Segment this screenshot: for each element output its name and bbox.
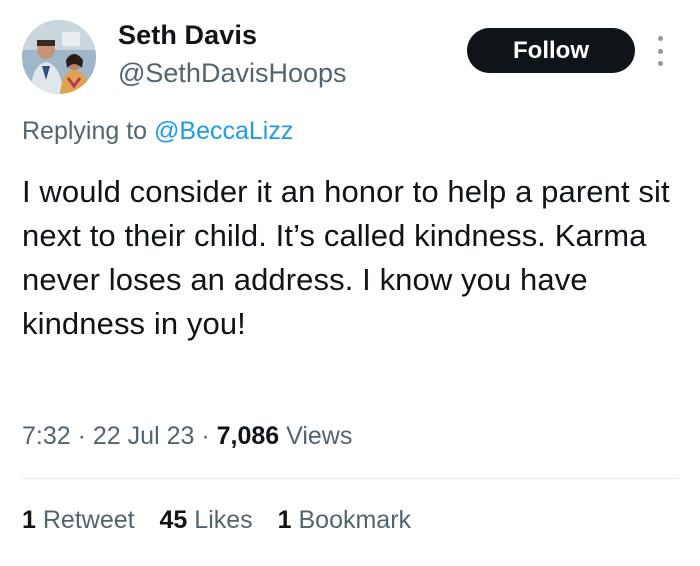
retweets-label: Retweet	[42, 506, 135, 534]
tweet-text: I would consider it an honor to help a p…	[22, 174, 670, 341]
reply-mention-link[interactable]: @BeccaLizz	[154, 117, 293, 145]
views-label: Views	[286, 422, 353, 450]
divider	[22, 478, 678, 479]
more-dot	[657, 36, 663, 41]
retweets-stat[interactable]: 1 Retweet	[22, 506, 135, 535]
tweet-date[interactable]: 22 Jul 23	[93, 422, 194, 450]
retweets-count: 1	[22, 506, 36, 534]
avatar-photo	[22, 20, 96, 94]
meta-separator: ·	[201, 422, 217, 450]
replying-to-prefix: Replying to	[22, 117, 155, 145]
likes-count: 45	[159, 506, 188, 534]
avatar[interactable]	[22, 20, 96, 94]
more-dot	[657, 61, 663, 66]
bookmarks-label: Bookmark	[298, 506, 412, 534]
tweet-time[interactable]: 7:32	[22, 422, 71, 450]
tweet-card: Seth Davis @SethDavisHoops Follow Replyi…	[0, 0, 700, 566]
tweet-stats: 1 Retweet 45 Likes 1 Bookmark	[22, 506, 429, 535]
likes-stat[interactable]: 45 Likes	[160, 506, 253, 535]
more-dot	[657, 48, 663, 54]
likes-label: Likes	[194, 506, 253, 534]
bookmarks-count: 1	[277, 506, 292, 534]
views-count: 7,086	[216, 422, 280, 450]
author-name[interactable]: Seth Davis	[118, 20, 257, 51]
author-handle[interactable]: @SethDavisHoops	[118, 58, 347, 89]
follow-button[interactable]: Follow	[467, 28, 635, 73]
more-vertical-icon[interactable]	[653, 36, 667, 66]
replying-to: Replying to @BeccaLizz	[22, 117, 293, 146]
meta-separator: ·	[77, 422, 93, 450]
tweet-meta: 7:32 · 22 Jul 23 · 7,086 Views	[22, 422, 352, 451]
bookmarks-stat[interactable]: 1 Bookmark	[278, 506, 411, 535]
